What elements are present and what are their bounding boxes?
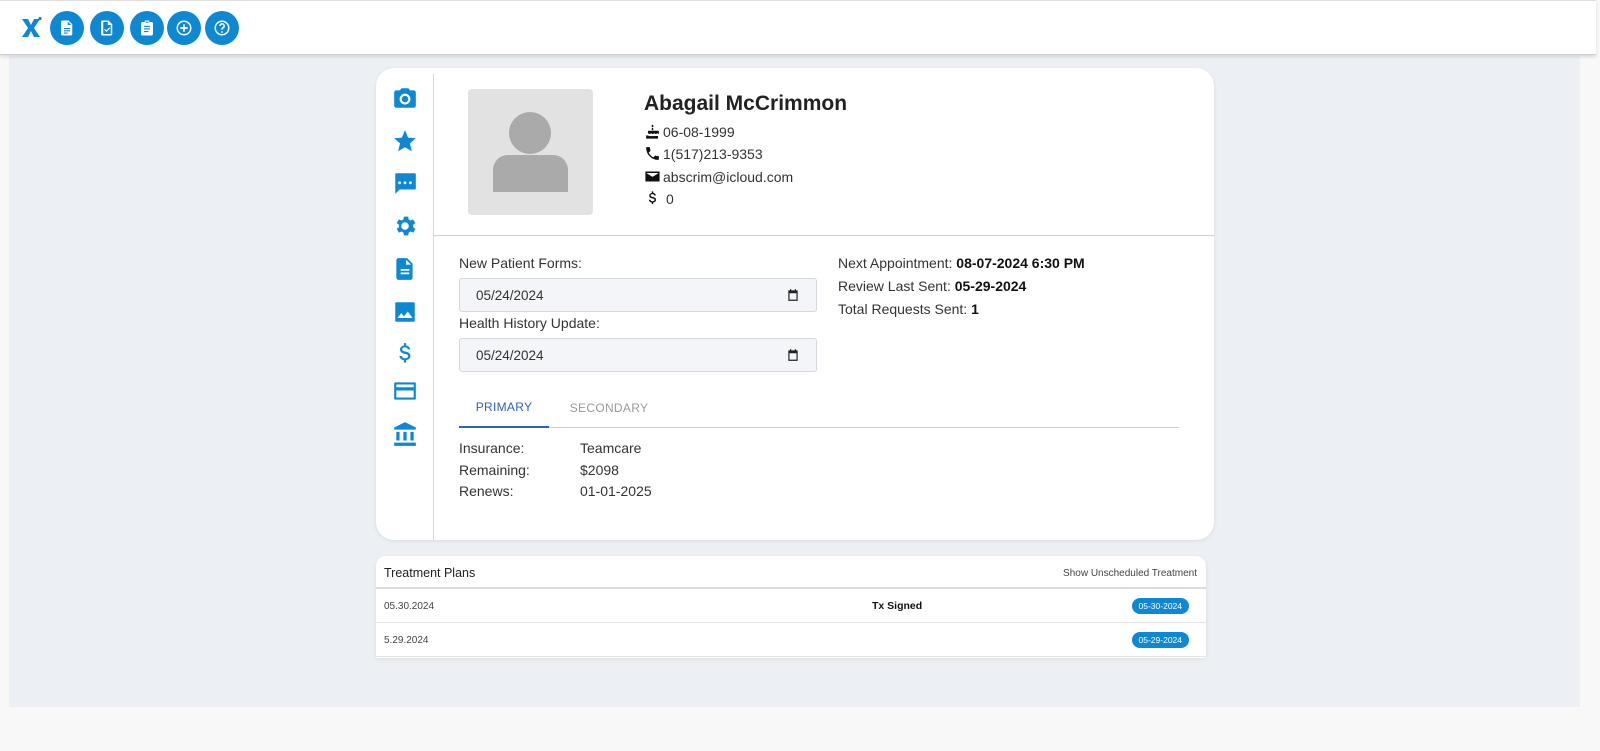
photo-nav-button[interactable]: [391, 84, 419, 112]
bank-icon: [394, 422, 416, 446]
health-history-label: Health History Update:: [459, 315, 600, 331]
avatar[interactable]: [468, 89, 593, 215]
health-history-date-value: 05/24/2024: [476, 347, 544, 363]
total-requests-row: Total Requests Sent: 1: [838, 301, 979, 317]
review-last-sent-row: Review Last Sent: 05-29-2024: [838, 278, 1026, 294]
star-icon: [394, 130, 416, 152]
total-requests-label: Total Requests Sent:: [838, 301, 968, 317]
treatment-date: 05.30.2024: [384, 601, 435, 612]
envelope-icon: [645, 171, 660, 182]
tab-primary[interactable]: PRIMARY: [459, 388, 549, 428]
treatment-status: Tx Signed: [872, 600, 923, 612]
add-button[interactable]: [167, 11, 201, 45]
tab-secondary[interactable]: SECONDARY: [555, 388, 663, 428]
date-badge[interactable]: 05-30-2024: [1131, 598, 1189, 614]
new-document-button[interactable]: [50, 11, 84, 45]
help-icon: [214, 20, 230, 36]
new-patient-forms-date-value: 05/24/2024: [476, 287, 544, 303]
balance-row: 0: [644, 190, 674, 207]
clipboard-button[interactable]: [130, 11, 164, 45]
calendar-icon[interactable]: [786, 288, 800, 302]
document-icon: [61, 20, 73, 36]
treatment-date: 5.29.2024: [384, 635, 429, 646]
images-nav-button[interactable]: [391, 298, 419, 326]
clipboard-icon: [141, 20, 153, 36]
section-divider: [434, 235, 1214, 236]
treatment-plans-title: Treatment Plans: [384, 566, 476, 580]
patient-name: Abagail McCrimmon: [644, 92, 848, 115]
payments-nav-button[interactable]: [391, 377, 419, 405]
next-appointment-label: Next Appointment:: [838, 255, 953, 271]
remaining-value: $2098: [580, 462, 619, 478]
top-toolbar: [0, 0, 1596, 55]
insurance-tabs: PRIMARY SECONDARY: [459, 388, 1179, 428]
phone-text[interactable]: 1(517)213-9353: [663, 146, 763, 162]
insurance-value: Teamcare: [580, 440, 642, 456]
gear-icon: [396, 216, 416, 236]
insurance-label: Insurance:: [459, 440, 525, 456]
new-patient-forms-date-input[interactable]: 05/24/2024: [459, 278, 817, 312]
calendar-icon[interactable]: [786, 348, 800, 362]
treatment-plans-header: Treatment Plans Show Unscheduled Treatme…: [376, 556, 1206, 589]
next-appointment-value: 08-07-2024 6:30 PM: [956, 255, 1085, 271]
camera-icon: [394, 88, 416, 108]
birthday-cake-icon: [646, 124, 659, 139]
balance-text: 0: [666, 190, 674, 207]
dollar-icon: [648, 191, 657, 205]
insurance-nav-button[interactable]: [391, 420, 419, 448]
remaining-label: Remaining:: [459, 462, 530, 478]
document-icon: [396, 258, 413, 280]
dollar-icon: [399, 343, 411, 363]
image-icon: [395, 302, 415, 322]
patient-side-nav: [376, 74, 434, 540]
phone-icon: [646, 147, 659, 160]
favorite-nav-button[interactable]: [391, 127, 419, 155]
billing-nav-button[interactable]: [391, 340, 419, 368]
review-last-sent-label: Review Last Sent:: [838, 278, 951, 294]
date-badge[interactable]: 05-29-2024: [1131, 632, 1189, 648]
email-row: abscrim@icloud.com: [644, 168, 793, 185]
patient-profile-card: Abagail McCrimmon 06-08-1999 1(517)213-9…: [376, 68, 1214, 540]
show-unscheduled-treatment-link[interactable]: Show Unscheduled Treatment: [1063, 568, 1197, 579]
help-button[interactable]: [205, 11, 239, 45]
email-text[interactable]: abscrim@icloud.com: [663, 169, 793, 185]
birthdate-text: 06-08-1999: [663, 123, 735, 140]
brand-x-logo-icon[interactable]: [19, 16, 43, 40]
document-check-icon: [101, 20, 113, 36]
phone-row: 1(517)213-9353: [644, 145, 763, 162]
treatment-plans-card: Treatment Plans Show Unscheduled Treatme…: [376, 556, 1206, 658]
settings-nav-button[interactable]: [391, 212, 419, 240]
renews-label: Renews:: [459, 483, 514, 499]
signed-document-button[interactable]: [90, 11, 124, 45]
new-patient-forms-label: New Patient Forms:: [459, 255, 582, 271]
messages-nav-button[interactable]: [391, 169, 419, 197]
review-last-sent-value: 05-29-2024: [954, 278, 1027, 294]
table-row[interactable]: 5.29.2024 05-29-2024: [376, 623, 1206, 657]
credit-card-icon: [394, 382, 416, 400]
person-placeholder-icon: [493, 112, 568, 192]
table-row[interactable]: 05.30.2024 Tx Signed 05-30-2024: [376, 589, 1206, 623]
health-history-date-input[interactable]: 05/24/2024: [459, 338, 817, 372]
renews-value: 01-01-2025: [580, 483, 652, 499]
chat-icon: [395, 173, 416, 194]
birthdate-row: 06-08-1999: [644, 123, 735, 140]
plus-circle-icon: [176, 20, 192, 36]
next-appointment-row: Next Appointment: 08-07-2024 6:30 PM: [838, 255, 1085, 271]
total-requests-value: 1: [971, 301, 979, 317]
documents-nav-button[interactable]: [391, 255, 419, 283]
